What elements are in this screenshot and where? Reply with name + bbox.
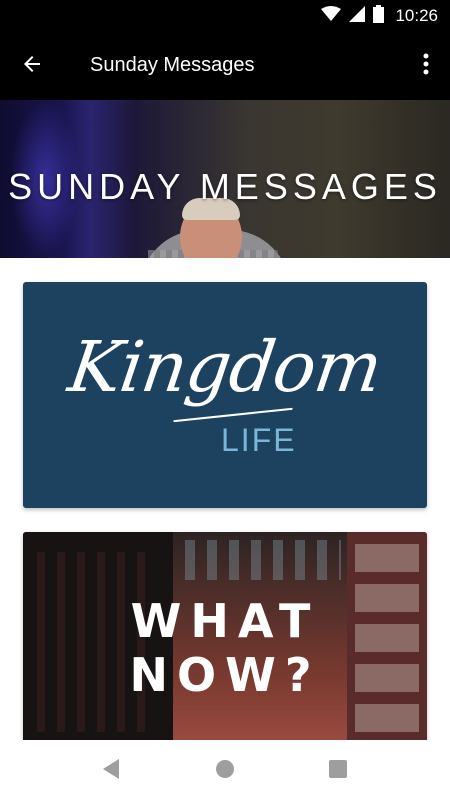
- series-title: Kingdom: [63, 326, 387, 408]
- wifi-icon: [321, 5, 341, 27]
- series-subtitle: LIFE: [221, 422, 297, 458]
- battery-icon: [373, 4, 384, 28]
- system-nav-bar: [0, 740, 450, 800]
- nav-home-button[interactable]: [214, 758, 236, 785]
- signal-icon: [349, 5, 365, 27]
- app-bar: Sunday Messages: [0, 32, 450, 100]
- title-swash: [173, 407, 293, 423]
- page-title: Sunday Messages: [90, 54, 255, 76]
- series-title: WHAT NOW?: [23, 594, 427, 702]
- nav-recent-button[interactable]: [327, 759, 349, 784]
- hero-title: SUNDAY MESSAGES: [8, 166, 442, 207]
- building-center-windows: [185, 540, 341, 580]
- arrow-left-icon: [20, 52, 44, 81]
- overflow-menu-button[interactable]: [412, 48, 440, 84]
- series-card-kingdom-life[interactable]: Kingdom LIFE: [23, 282, 427, 508]
- status-bar: 10:26: [0, 0, 450, 32]
- status-time: 10:26: [395, 6, 438, 25]
- more-vert-icon: [423, 53, 429, 80]
- nav-recent-icon: [328, 759, 348, 784]
- nav-back-button[interactable]: [100, 758, 122, 785]
- nav-home-icon: [214, 758, 236, 785]
- status-icons: [321, 4, 384, 28]
- series-title-line1: WHAT: [130, 594, 320, 648]
- nav-back-icon: [101, 758, 121, 785]
- series-title-line2: NOW?: [129, 648, 321, 702]
- back-button[interactable]: [14, 48, 50, 84]
- series-card-what-now[interactable]: WHAT NOW?: [23, 532, 427, 740]
